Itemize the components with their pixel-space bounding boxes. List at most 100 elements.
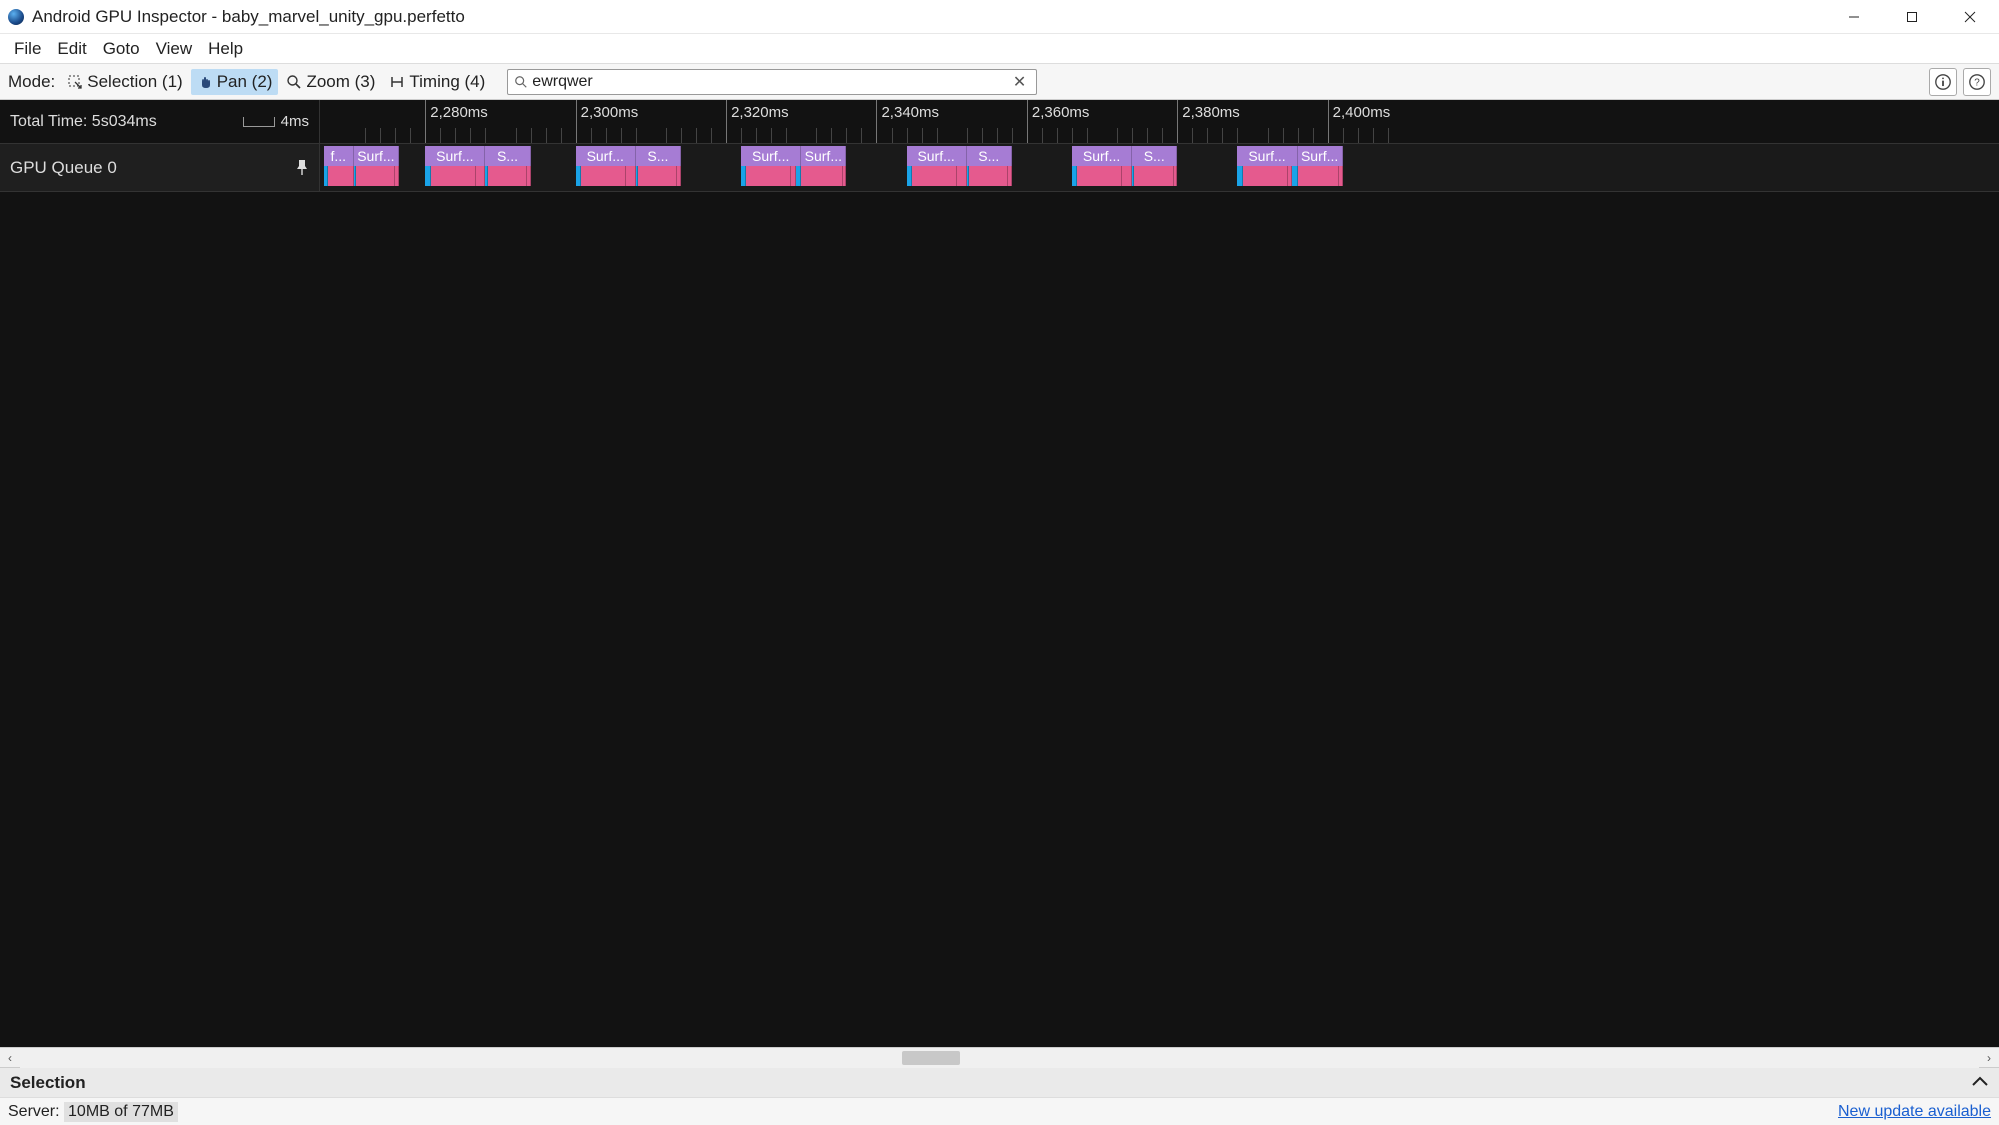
surface-event[interactable]: Surf... xyxy=(1298,146,1343,166)
menu-goto[interactable]: Goto xyxy=(95,35,148,63)
info-button[interactable] xyxy=(1929,68,1957,96)
event-group[interactable]: Surf...S... xyxy=(576,146,681,186)
sub-event[interactable] xyxy=(957,166,967,186)
ruler-minor-tick xyxy=(485,128,486,143)
mode-zoom-button[interactable]: Zoom (3) xyxy=(280,69,381,95)
ruler-minor-tick xyxy=(621,128,622,143)
close-button[interactable] xyxy=(1941,0,1999,34)
server-label: Server: xyxy=(8,1103,60,1121)
sub-event[interactable] xyxy=(1077,166,1122,186)
search-field[interactable]: ✕ xyxy=(507,69,1037,95)
menu-help[interactable]: Help xyxy=(200,35,251,63)
time-ruler[interactable]: Total Time: 5s034ms 4ms 2,280ms2,300ms2,… xyxy=(0,100,1999,144)
sub-event[interactable] xyxy=(1122,166,1132,186)
ruler-minor-tick xyxy=(666,128,667,143)
sub-event[interactable] xyxy=(626,166,636,186)
surface-event[interactable]: S... xyxy=(485,146,530,166)
selection-panel-header[interactable]: Selection xyxy=(0,1067,1999,1097)
ruler-info: Total Time: 5s034ms 4ms xyxy=(0,100,320,143)
ruler-minor-tick xyxy=(922,128,923,143)
mode-timing-button[interactable]: Timing (4) xyxy=(383,69,491,95)
ruler-minor-tick xyxy=(861,128,862,143)
event-group[interactable]: Surf...S... xyxy=(1072,146,1177,186)
scrollbar-thumb[interactable] xyxy=(902,1051,961,1065)
app-icon xyxy=(8,9,24,25)
horizontal-scrollbar[interactable]: ‹ › xyxy=(0,1047,1999,1067)
sub-event[interactable] xyxy=(1174,166,1178,186)
ruler-minor-tick xyxy=(440,128,441,143)
surface-event[interactable]: Surf... xyxy=(741,146,801,166)
ruler-minor-tick xyxy=(561,128,562,143)
timeline-view[interactable]: Total Time: 5s034ms 4ms 2,280ms2,300ms2,… xyxy=(0,100,1999,1047)
ruler-minor-tick xyxy=(546,128,547,143)
status-bar: Server: 10MB of 77MB New update availabl… xyxy=(0,1097,1999,1125)
sub-event[interactable] xyxy=(1008,166,1012,186)
surface-event[interactable]: S... xyxy=(967,146,1012,166)
ruler-major-tick: 2,400ms xyxy=(1328,100,1329,143)
minimize-button[interactable] xyxy=(1825,0,1883,34)
sub-event[interactable] xyxy=(1339,166,1343,186)
surface-event[interactable]: Surf... xyxy=(354,146,399,166)
menu-view[interactable]: View xyxy=(148,35,201,63)
zoom-icon xyxy=(286,74,302,90)
clear-search-button[interactable]: ✕ xyxy=(1009,72,1030,92)
event-group[interactable]: Surf...Surf... xyxy=(741,146,846,186)
mode-selection-button[interactable]: Selection (1) xyxy=(61,69,188,95)
ruler-minor-tick xyxy=(1087,128,1088,143)
scrollbar-track[interactable] xyxy=(20,1048,1979,1068)
sub-event[interactable] xyxy=(1298,166,1339,186)
timing-icon xyxy=(389,74,405,90)
surface-event[interactable]: f... xyxy=(324,146,354,166)
help-button[interactable]: ? xyxy=(1963,68,1991,96)
sub-event[interactable] xyxy=(431,166,476,186)
event-group[interactable]: Surf...S... xyxy=(907,146,1012,186)
surface-event[interactable]: S... xyxy=(636,146,681,166)
sub-event[interactable] xyxy=(328,166,354,186)
sub-event[interactable] xyxy=(801,166,842,186)
sub-event[interactable] xyxy=(581,166,626,186)
menu-edit[interactable]: Edit xyxy=(49,35,94,63)
sub-event[interactable] xyxy=(395,166,399,186)
surface-event[interactable]: Surf... xyxy=(907,146,967,166)
ruler-minor-tick xyxy=(606,128,607,143)
sub-event[interactable] xyxy=(356,166,395,186)
sub-event[interactable] xyxy=(476,166,486,186)
surface-event[interactable]: Surf... xyxy=(576,146,636,166)
scroll-left-button[interactable]: ‹ xyxy=(0,1048,20,1068)
sub-event[interactable] xyxy=(843,166,847,186)
surface-event[interactable]: S... xyxy=(1132,146,1177,166)
surface-event[interactable]: Surf... xyxy=(425,146,485,166)
track-events[interactable]: f...Surf...Surf...S...Surf...S...Surf...… xyxy=(320,144,1999,191)
ruler-major-tick: 2,320ms xyxy=(726,100,727,143)
track-header[interactable]: GPU Queue 0 xyxy=(0,144,320,191)
ruler-minor-tick xyxy=(1237,128,1238,143)
surface-event[interactable]: Surf... xyxy=(1072,146,1132,166)
sub-event[interactable] xyxy=(1134,166,1173,186)
sub-event[interactable] xyxy=(912,166,957,186)
ruler-minor-tick xyxy=(1207,128,1208,143)
surface-event[interactable]: Surf... xyxy=(801,146,846,166)
event-group[interactable]: Surf...Surf... xyxy=(1237,146,1342,186)
update-available-link[interactable]: New update available xyxy=(1838,1103,1991,1121)
collapse-selection-icon[interactable] xyxy=(1971,1073,1989,1093)
sub-event[interactable] xyxy=(677,166,681,186)
event-group[interactable]: f...Surf... xyxy=(324,146,399,186)
gpu-queue-track[interactable]: GPU Queue 0 f...Surf...Surf...S...Surf..… xyxy=(0,144,1999,192)
sub-event[interactable] xyxy=(488,166,527,186)
sub-event[interactable] xyxy=(1243,166,1288,186)
sub-event[interactable] xyxy=(746,166,791,186)
search-input[interactable] xyxy=(532,73,1009,91)
sub-event[interactable] xyxy=(638,166,677,186)
timeline-empty-area[interactable] xyxy=(0,192,1999,1047)
pin-icon[interactable] xyxy=(295,160,309,176)
maximize-button[interactable] xyxy=(1883,0,1941,34)
scroll-right-button[interactable]: › xyxy=(1979,1048,1999,1068)
mode-pan-button[interactable]: Pan (2) xyxy=(191,69,279,95)
sub-event[interactable] xyxy=(527,166,531,186)
surface-event[interactable]: Surf... xyxy=(1237,146,1297,166)
ruler-minor-tick xyxy=(1072,128,1073,143)
event-group[interactable]: Surf...S... xyxy=(425,146,530,186)
sub-event[interactable] xyxy=(969,166,1008,186)
ruler-ticks[interactable]: 2,280ms2,300ms2,320ms2,340ms2,360ms2,380… xyxy=(320,100,1999,143)
menu-file[interactable]: File xyxy=(6,35,49,63)
